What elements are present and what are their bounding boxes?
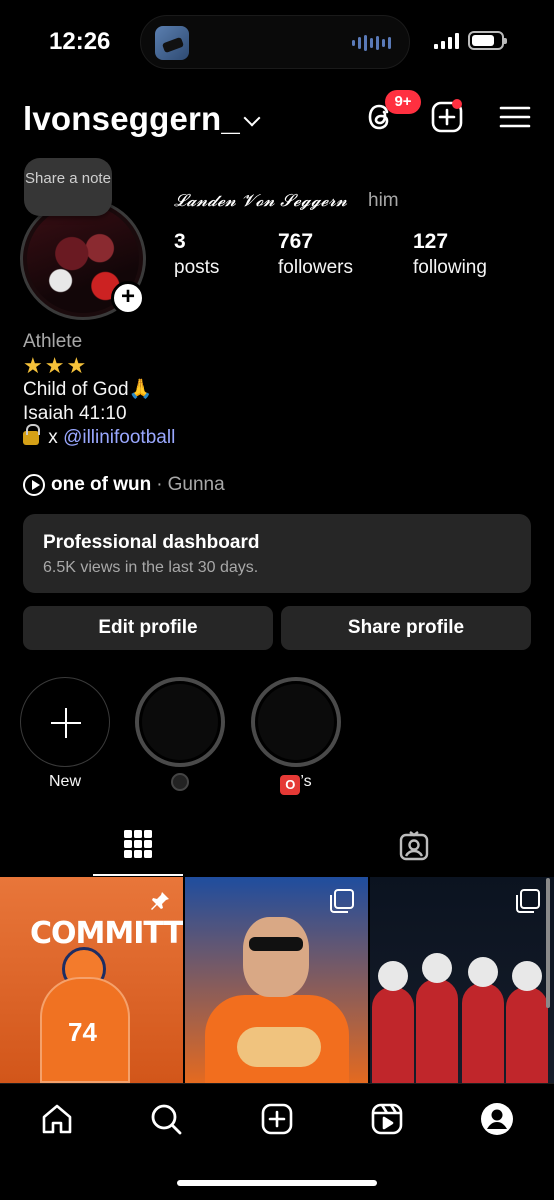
followers-count: 767 [278,230,314,253]
search-icon[interactable] [149,1102,183,1136]
active-tab-indicator [93,874,183,876]
full-name: 𝓛𝓪𝓷𝓭𝓮𝓷 𝓥𝓸𝓷 𝓢𝓮𝓰𝓰𝓮𝓻𝓷 [174,191,348,211]
lock-icon [23,424,40,445]
hamburger-menu-icon[interactable] [498,100,532,134]
highlight-label: O’s [251,773,341,795]
carousel-icon [516,889,540,913]
posts-count: 3 [174,230,186,253]
highlight-story[interactable] [135,677,225,793]
reels-icon[interactable] [370,1102,404,1136]
posts-stat[interactable]: 3 posts [174,230,219,279]
edit-profile-button[interactable]: Edit profile [23,606,273,650]
status-bar: 12:26 [0,0,554,84]
professional-dashboard[interactable]: Professional dashboard 6.5K views in the… [23,514,531,593]
mention-link[interactable]: @illinifootball [63,427,175,448]
profile-category: Athlete [23,331,83,352]
profile-header: lvonseggern_ 9+ [0,90,554,146]
carousel-icon [330,889,354,913]
post-thumbnail[interactable] [370,877,554,1083]
bio-line-2: Isaiah 41:10 [23,403,127,424]
post-overlay-text: COMMITTED [30,916,183,951]
bio-x: x [48,427,58,448]
bio-line-1: Child of God🙏 [23,379,153,400]
posts-label: posts [174,257,220,278]
followers-label: followers [278,257,353,278]
following-stat[interactable]: 127 following [413,230,487,279]
status-time: 12:26 [49,28,111,55]
share-profile-button[interactable]: Share profile [281,606,531,650]
sunglasses [249,937,303,951]
scrollbar[interactable] [546,878,550,1008]
highlight-label: New [48,773,81,790]
pin-icon [151,892,169,910]
dashboard-subtitle: 6.5K views in the last 30 days. [43,559,259,576]
audio-waveform-icon [352,34,391,52]
home-icon[interactable] [40,1102,74,1136]
share-note-bubble[interactable]: Share a note [24,158,112,216]
bio: Athlete ★★★ Child of God🙏 Isaiah 41:10 x… [23,330,175,450]
highlight-label-text: ’s [300,773,312,790]
posts-grid: COMMITTED 74 53 [0,877,554,1083]
highlight-cover [135,677,225,767]
chevron-down-icon[interactable] [243,109,261,127]
dynamic-island[interactable] [140,15,410,69]
following-count: 127 [413,230,449,253]
plus-icon [20,677,110,767]
followers-stat[interactable]: 767 followers [278,230,353,279]
following-label: following [413,257,487,278]
pancake-stack [237,1027,321,1067]
dashboard-title: Professional dashboard [43,532,260,553]
artist-separator: · [156,474,163,495]
create-notification-dot [452,99,462,109]
play-icon [23,474,45,496]
home-indicator[interactable] [177,1180,377,1186]
artist-name: Gunna [167,474,225,495]
song-title: one of wun [51,474,152,495]
battery-icon [468,31,507,50]
now-playing-artwork [155,26,189,60]
jersey-number: 74 [68,1017,97,1047]
o-button-emoji-icon: O [280,775,301,795]
highlight-new[interactable]: New [20,677,110,791]
threads-notification-badge: 9+ [385,90,421,114]
cellular-signal-icon [434,33,459,49]
username-switcher[interactable]: lvonseggern_ [23,100,240,138]
highlight-story[interactable]: O’s [251,677,341,795]
post-thumbnail[interactable]: COMMITTED 74 [0,877,183,1083]
highlight-cover [251,677,341,767]
tab-posts-grid[interactable] [93,826,183,876]
stars-emoji: ★★★ [23,353,89,378]
tab-tagged[interactable] [370,826,460,876]
bio-line-3: x @illinifootball [23,424,175,450]
profile-music[interactable]: one of wun · Gunna [23,474,225,496]
pronouns: him [368,190,399,211]
add-story-plus-icon[interactable]: + [111,281,145,315]
profile-icon[interactable] [480,1102,514,1136]
highlight-label [135,773,225,793]
grid-icon [124,830,152,858]
plus-square-icon[interactable] [260,1102,294,1136]
tagged-person-icon [399,831,429,861]
ninja-emoji-icon [171,773,189,791]
post-thumbnail[interactable]: 53 [185,877,368,1083]
